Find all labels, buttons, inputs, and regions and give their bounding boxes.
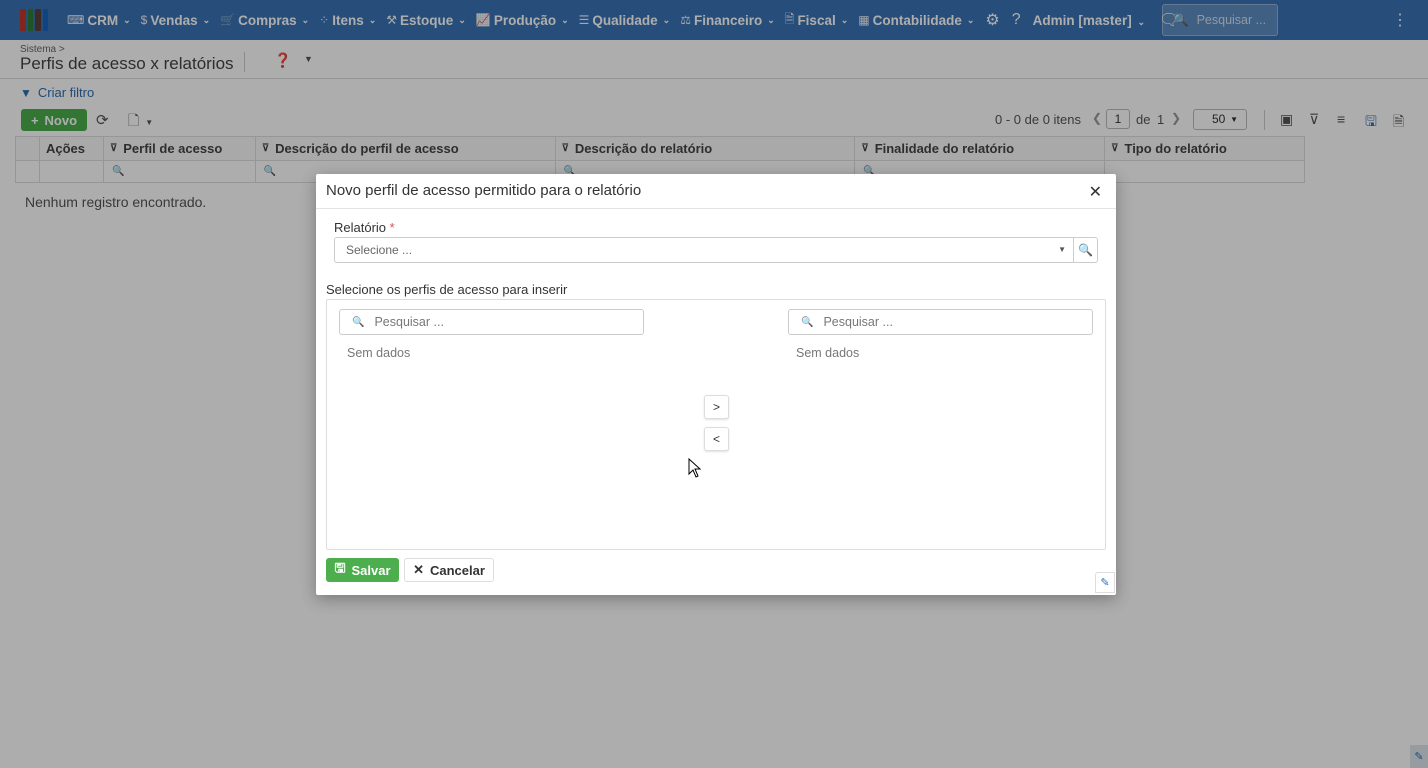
report-select[interactable]: Selecione ... ▼ [334,237,1074,263]
required-mark: * [389,220,395,235]
available-profiles-empty: Sem dados [347,346,411,360]
save-button[interactable]: 🖫 Salvar [326,558,399,582]
close-icon: ✕ [413,562,424,577]
selected-profiles-search[interactable]: 🔍 Pesquisar ... [788,309,1093,335]
search-placeholder: Pesquisar ... [374,315,444,329]
report-label-text: Relatório [334,220,387,235]
cancel-button[interactable]: ✕ Cancelar [404,558,494,582]
profile-transfer-list: 🔍 Pesquisar ... Sem dados 🔍 Pesquisar ..… [326,299,1106,550]
report-select-placeholder: Selecione ... [346,243,413,257]
available-profiles-search[interactable]: 🔍 Pesquisar ... [339,309,644,335]
selected-profiles-empty: Sem dados [796,346,860,360]
dialog-divider [316,208,1116,209]
move-left-button[interactable]: < [704,427,729,451]
save-button-label: Salvar [351,562,391,578]
search-icon: 🔍 [801,316,814,328]
report-search-button[interactable]: 🔍 [1073,237,1098,263]
mouse-cursor-icon [688,458,702,478]
cancel-button-label: Cancelar [429,562,485,578]
move-right-button[interactable]: > [704,395,729,419]
report-field-label: Relatório * [334,220,395,235]
edit-dialog-icon[interactable]: ✎ [1095,572,1115,593]
dialog-title: Novo perfil de acesso permitido para o r… [326,182,642,199]
search-placeholder: Pesquisar ... [823,315,893,329]
save-icon: 🖫 [334,560,346,575]
search-icon: 🔍 [1078,243,1093,257]
new-access-profile-dialog: Novo perfil de acesso permitido para o r… [316,174,1116,595]
search-icon: 🔍 [352,316,365,328]
profiles-label: Selecione os perfis de acesso para inser… [326,282,568,297]
close-icon[interactable]: ✕ [1089,182,1102,202]
caret-down-icon: ▼ [1058,245,1066,254]
